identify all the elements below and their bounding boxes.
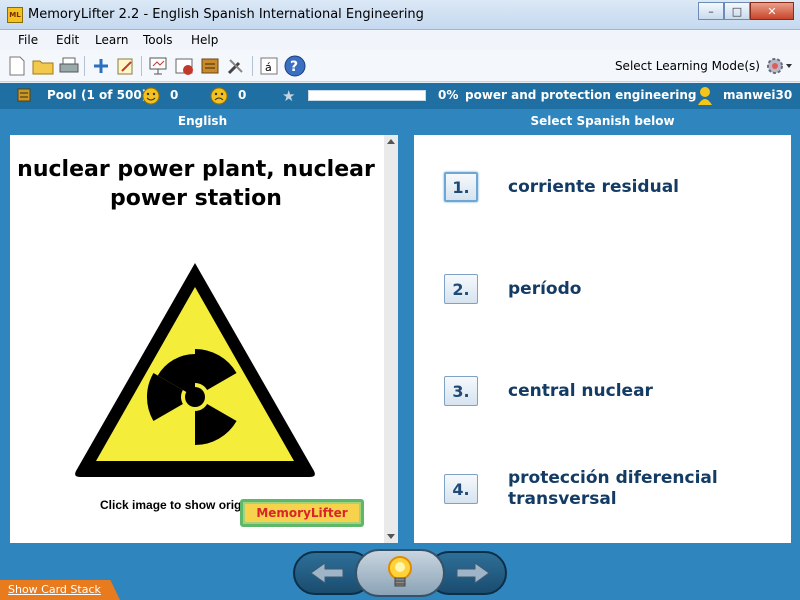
answer-number-button[interactable]: 2.	[444, 274, 478, 304]
toolbar-separator	[84, 56, 85, 76]
user-icon	[697, 86, 713, 109]
show-card-stack-link[interactable]: Show Card Stack	[8, 583, 101, 596]
answer-number-button[interactable]: 1.	[444, 172, 478, 202]
correct-count: 0	[170, 88, 179, 102]
toolbar-separator	[141, 56, 142, 76]
edit-notes-icon[interactable]	[115, 55, 137, 77]
menu-file[interactable]: File	[18, 33, 38, 47]
learning-mode-label[interactable]: Select Learning Mode(s)	[615, 59, 760, 73]
answer-option-3[interactable]: 3. central nuclear	[444, 376, 778, 406]
answer-text[interactable]: período	[508, 279, 778, 300]
arrow-right-icon	[456, 562, 490, 584]
answer-option-4[interactable]: 4. protección diferencial transversal	[444, 468, 778, 510]
special-character-icon[interactable]: á	[258, 55, 280, 77]
question-card: nuclear power plant, nuclear power stati…	[10, 135, 398, 543]
toolbar-separator	[252, 56, 253, 76]
answer-number-button[interactable]: 4.	[444, 474, 478, 504]
lightbulb-icon	[388, 556, 412, 587]
pool-label: Pool	[47, 88, 77, 102]
answer-text[interactable]: central nuclear	[508, 381, 778, 402]
question-scrollbar[interactable]	[384, 135, 398, 543]
menu-edit[interactable]: Edit	[56, 33, 79, 47]
chapter-label: power and protection engineering	[465, 88, 697, 102]
title-bar: ML MemoryLifter 2.2 - English Spanish In…	[0, 0, 800, 30]
memorylifter-logo: MemoryLifter	[240, 499, 364, 527]
smiley-happy-icon	[142, 87, 160, 108]
scroll-up-icon[interactable]	[387, 139, 395, 144]
gear-icon[interactable]	[764, 56, 792, 76]
wrong-count: 0	[238, 88, 247, 102]
smiley-sad-icon	[210, 87, 228, 108]
progress-label: 0%	[438, 88, 459, 102]
add-card-icon[interactable]	[90, 55, 112, 77]
window-controls: – □ ✕	[698, 2, 794, 20]
print-icon[interactable]	[58, 55, 80, 77]
maximize-button[interactable]: □	[724, 2, 750, 20]
question-panel-header: English	[0, 109, 405, 133]
answer-text[interactable]: corriente residual	[508, 177, 778, 198]
progress-bar	[308, 90, 426, 101]
app-icon: ML	[7, 7, 23, 23]
statistics-icon[interactable]	[173, 55, 195, 77]
scroll-down-icon[interactable]	[387, 534, 395, 539]
menu-help[interactable]: Help	[191, 33, 218, 47]
arrow-left-icon	[310, 562, 344, 584]
menu-learn[interactable]: Learn	[95, 33, 129, 47]
window-title: MemoryLifter 2.2 - English Spanish Inter…	[28, 7, 424, 22]
close-button[interactable]: ✕	[750, 2, 794, 20]
new-file-icon[interactable]	[6, 55, 28, 77]
svg-text:?: ?	[290, 59, 298, 75]
show-card-stack-tab[interactable]: Show Card Stack	[0, 580, 120, 600]
menu-tools[interactable]: Tools	[143, 33, 173, 47]
answer-card: 1. corriente residual 2. período 3. cent…	[414, 135, 791, 543]
pool-box-icon	[17, 88, 31, 105]
card-box-icon[interactable]	[199, 55, 221, 77]
answer-option-1[interactable]: 1. corriente residual	[444, 172, 778, 202]
bottom-navigation	[0, 547, 800, 600]
menu-bar: File Edit Learn Tools Help	[0, 30, 800, 50]
answer-text[interactable]: protección diferencial transversal	[508, 468, 778, 510]
status-bar: Pool (1 of 500) 0 0 ★ 0% power and prote…	[0, 83, 800, 109]
minimize-button[interactable]: –	[698, 2, 724, 20]
presentation-icon[interactable]	[147, 55, 169, 77]
help-icon[interactable]: ?	[284, 55, 306, 77]
open-folder-icon[interactable]	[32, 55, 54, 77]
hint-button[interactable]	[355, 549, 445, 597]
radiation-hazard-image[interactable]	[70, 257, 320, 482]
star-icon: ★	[282, 87, 296, 105]
svg-text:á: á	[265, 61, 272, 74]
answer-option-2[interactable]: 2. período	[444, 274, 778, 304]
answer-panel-header: Select Spanish below	[405, 109, 800, 133]
answer-number-button[interactable]: 3.	[444, 376, 478, 406]
tools-icon[interactable]	[225, 55, 247, 77]
user-name: manwei30	[723, 88, 793, 102]
toolbar: á ? Select Learning Mode(s)	[0, 50, 800, 82]
pool-count: (1 of 500)	[81, 88, 148, 102]
question-text: nuclear power plant, nuclear power stati…	[17, 157, 375, 211]
